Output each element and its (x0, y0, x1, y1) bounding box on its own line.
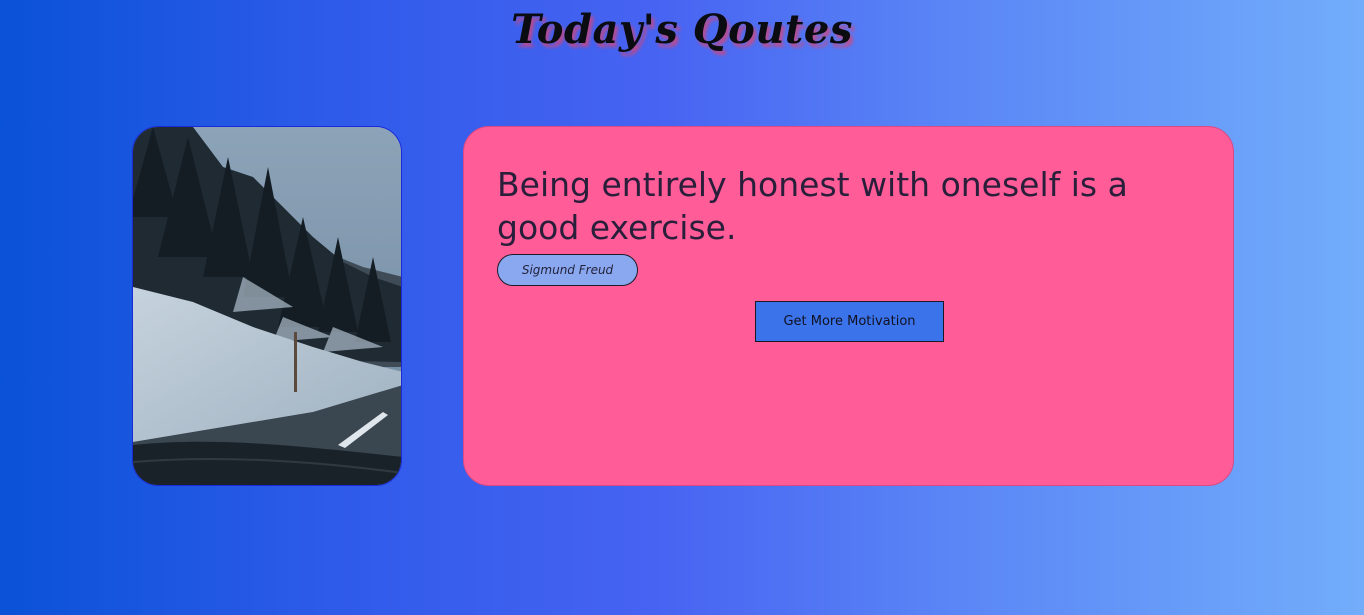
quote-card: Being entirely honest with oneself is a … (463, 126, 1234, 486)
page-title: Today's Qoutes (511, 6, 853, 53)
quote-text: Being entirely honest with oneself is a … (497, 165, 1128, 247)
quote-photo (132, 126, 402, 486)
author-badge: Sigmund Freud (497, 254, 638, 286)
snowy-road-image (133, 127, 401, 485)
get-more-motivation-button[interactable]: Get More Motivation (755, 301, 944, 342)
